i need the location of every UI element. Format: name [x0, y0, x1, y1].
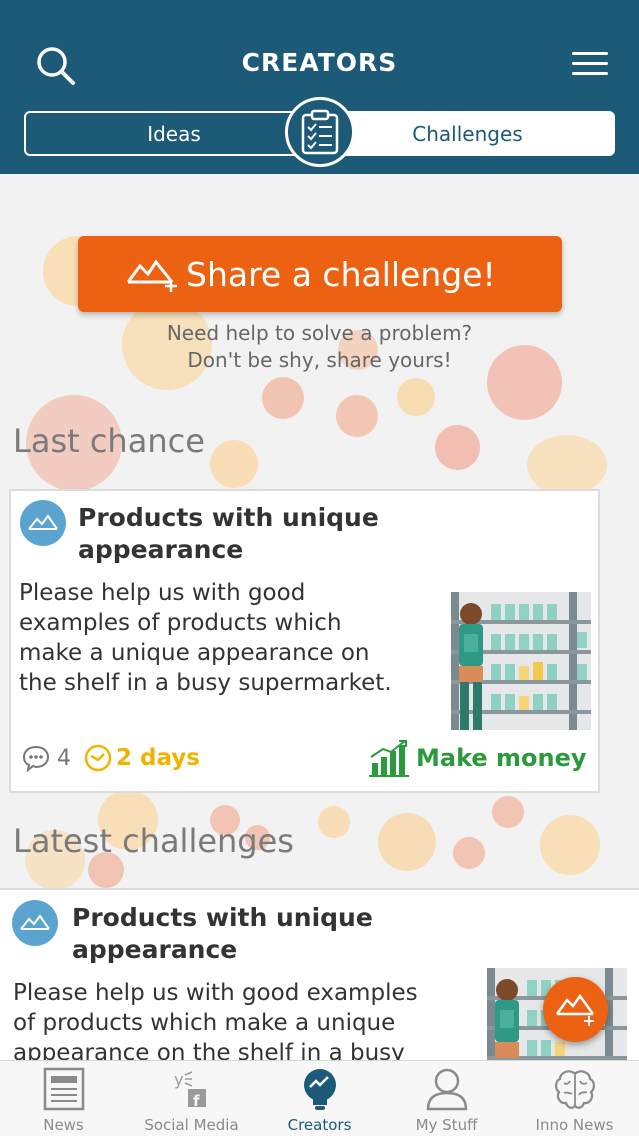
nav-news[interactable]: News	[0, 1061, 127, 1136]
clock-icon	[84, 744, 112, 772]
social-media-icon: y f	[174, 1070, 206, 1110]
challenge-card[interactable]: Products with unique appearance Please h…	[9, 489, 600, 793]
app-header: CREATORS Ideas Challenges	[0, 0, 639, 174]
tab-ideas[interactable]: Ideas	[24, 111, 324, 156]
share-challenge-label: Share a challenge!	[186, 254, 496, 294]
clipboard-checklist-icon	[301, 109, 339, 155]
challenge-title: Products with unique appearance	[78, 503, 379, 564]
challenge-card-latest[interactable]: Products with unique appearance Please h…	[0, 888, 639, 1068]
app-logo: CREATORS	[241, 48, 398, 77]
reward-label: Make money	[416, 744, 587, 772]
time-left: 2 days	[83, 743, 200, 773]
user-icon	[426, 1068, 467, 1111]
tab-ideas-label: Ideas	[147, 121, 201, 146]
nav-inno-news-label: Inno News	[535, 1116, 614, 1134]
chart-growth-icon	[369, 740, 409, 777]
tab-challenges-label: Challenges	[412, 121, 523, 146]
section-title-latest-challenges: Latest challenges	[13, 822, 294, 860]
add-challenge-fab[interactable]	[543, 977, 608, 1042]
comments-count-value: 4	[57, 745, 71, 771]
nav-my-stuff[interactable]: My Stuff	[383, 1061, 510, 1136]
menu-button[interactable]	[568, 48, 612, 80]
comment-bubble-icon	[22, 745, 50, 773]
nav-social-media[interactable]: y f Social Media	[128, 1061, 255, 1136]
challenge-icon	[12, 900, 58, 946]
svg-text:f: f	[193, 1092, 200, 1110]
mountain-icon	[28, 514, 58, 530]
nav-news-label: News	[43, 1116, 84, 1134]
section-title-last-chance: Last chance	[13, 422, 205, 460]
mountain-plus-icon	[126, 259, 177, 292]
tab-challenges[interactable]: Challenges	[320, 111, 615, 156]
ideas-challenges-tabs: Ideas Challenges	[24, 97, 615, 167]
mountain-plus-icon	[555, 993, 594, 1026]
mountain-icon	[20, 914, 50, 930]
share-help-text: Need help to solve a problem? Don't be s…	[166, 321, 473, 372]
challenge-icon	[20, 500, 66, 546]
supermarket-shelf-image	[451, 592, 591, 730]
menu-icon	[572, 52, 608, 55]
nav-my-stuff-label: My Stuff	[415, 1116, 478, 1134]
challenge-title: Products with unique appearance	[72, 903, 373, 964]
nav-creators[interactable]: Creators	[256, 1061, 383, 1136]
newspaper-icon	[43, 1067, 84, 1111]
tab-switch-toggle[interactable]	[285, 97, 355, 167]
svg-text:y: y	[174, 1070, 183, 1089]
nav-creators-label: Creators	[287, 1116, 352, 1134]
comments-count[interactable]: 4	[21, 743, 71, 773]
nav-social-media-label: Social Media	[144, 1116, 239, 1134]
brain-icon	[554, 1070, 595, 1109]
reward-tag: Make money	[369, 739, 587, 777]
lightbulb-icon	[303, 1069, 336, 1110]
challenge-description: Please help us with good examples of pro…	[19, 580, 392, 696]
time-left-value: 2 days	[116, 745, 200, 771]
bottom-navigation: News y f Social Media Creators My Stuff …	[0, 1060, 639, 1136]
nav-inno-news[interactable]: Inno News	[511, 1061, 638, 1136]
challenge-description: Please help us with good examples of pro…	[13, 980, 418, 1066]
share-challenge-button[interactable]: Share a challenge!	[78, 236, 562, 312]
